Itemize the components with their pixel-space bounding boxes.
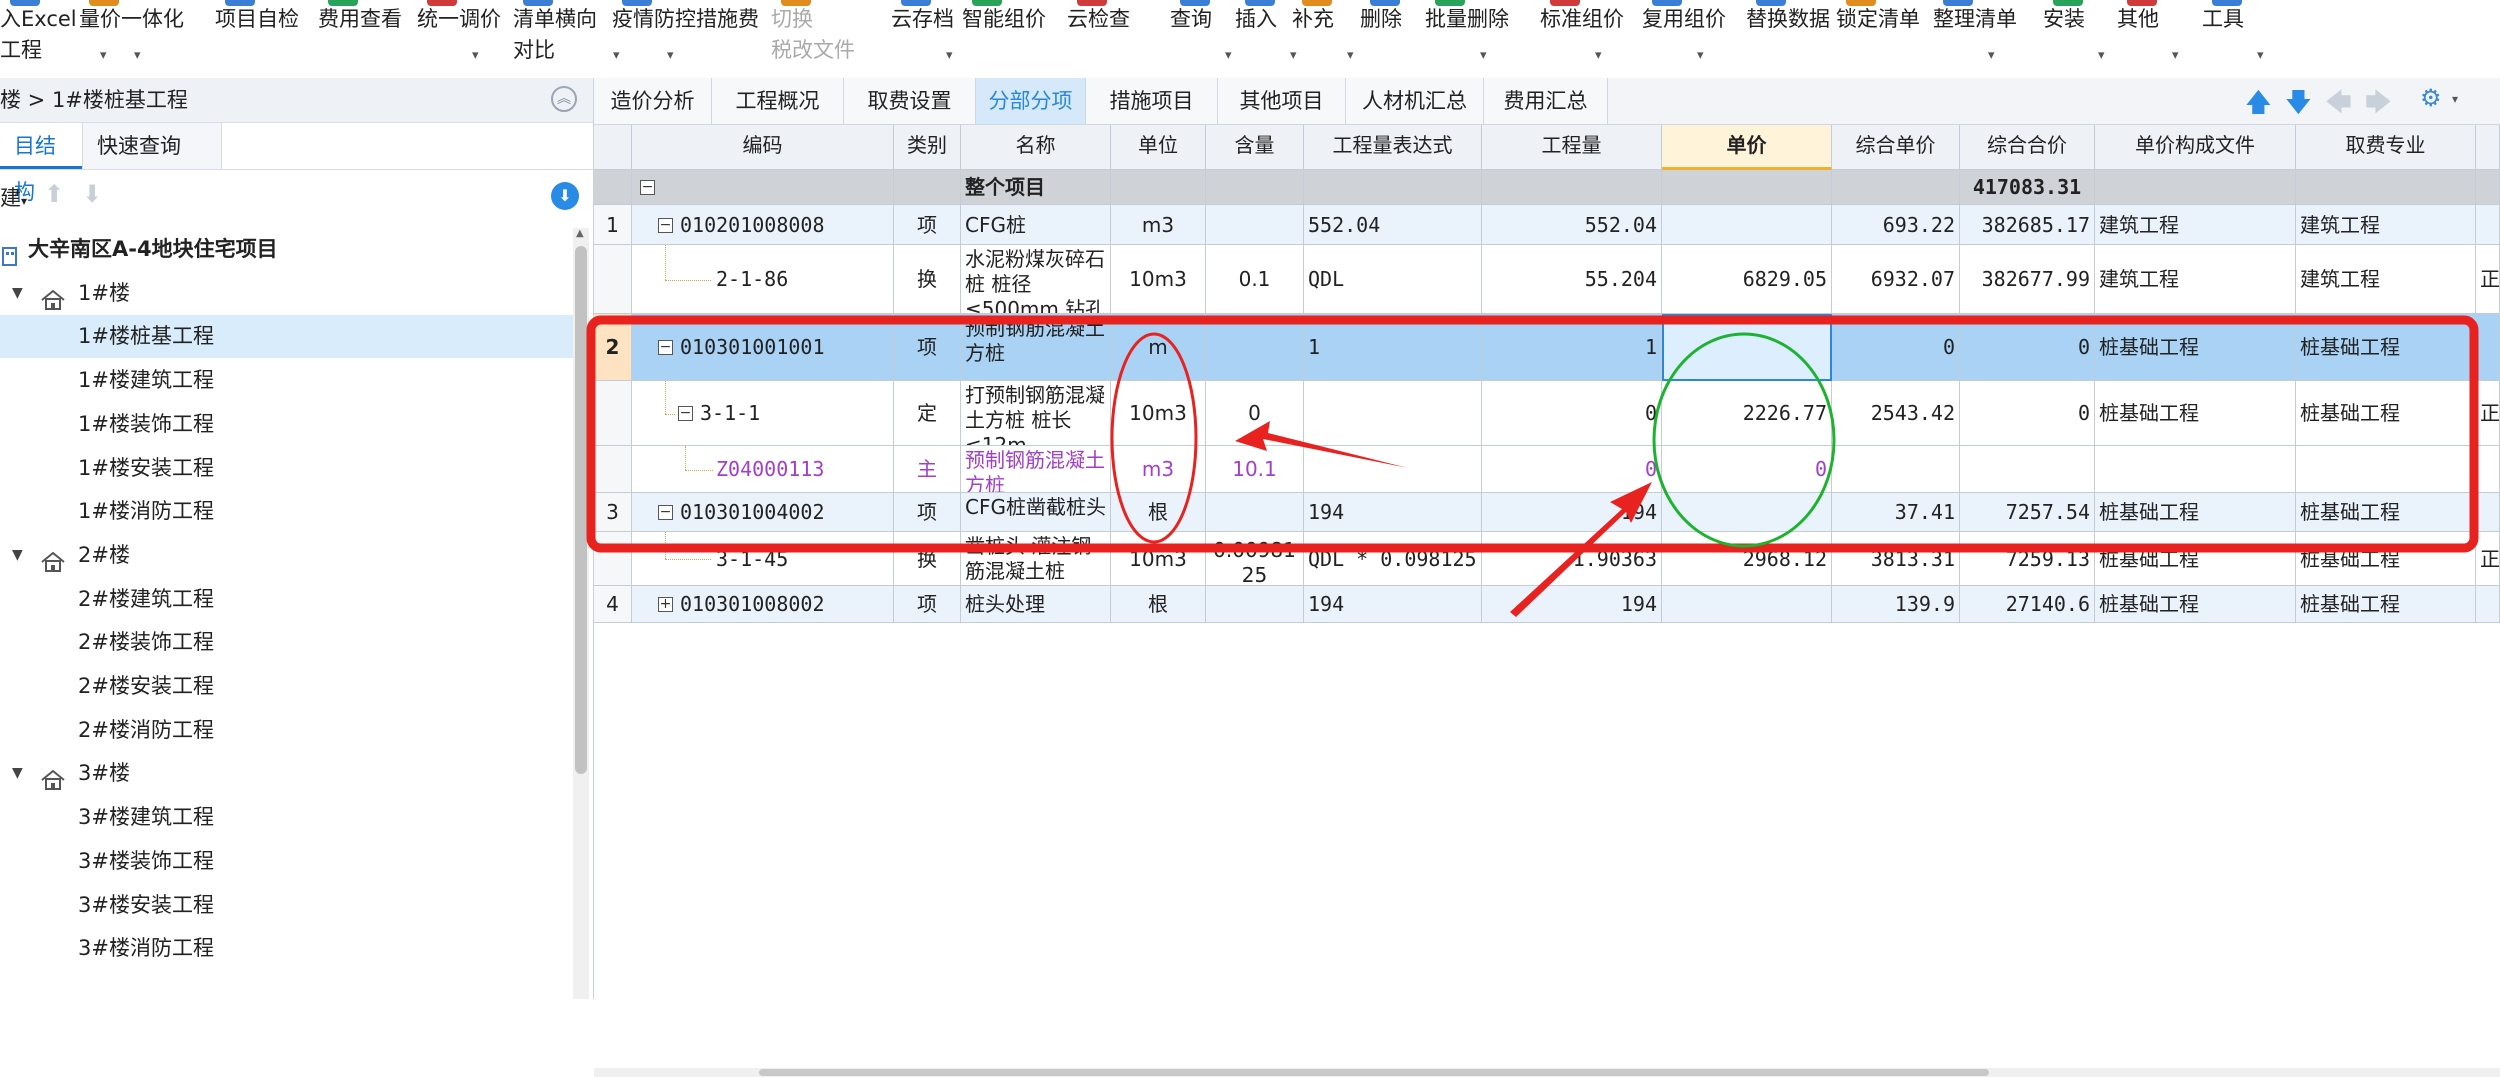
red-arrow-left <box>1235 421 1408 468</box>
grid-hscrollbar-thumb[interactable] <box>759 1069 1989 1076</box>
red-highlight-box <box>586 315 2479 553</box>
grid-hscrollbar[interactable] <box>594 1068 2500 1077</box>
green-circle-annotation <box>1652 332 1836 548</box>
annotation-overlay <box>586 315 2479 617</box>
red-circle-annotation <box>1110 332 1198 544</box>
